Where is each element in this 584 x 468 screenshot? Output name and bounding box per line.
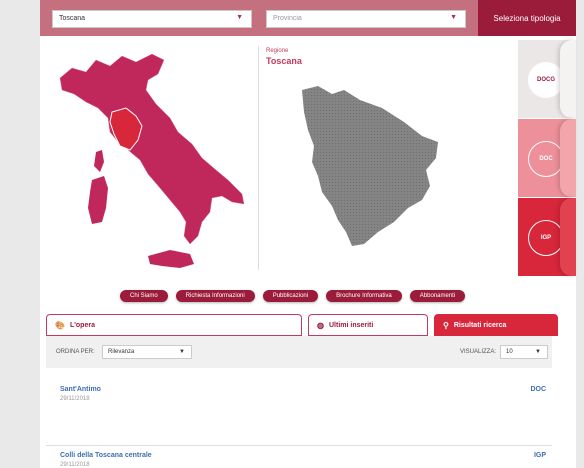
- sort-select[interactable]: Rilevanza ▼: [102, 345, 192, 359]
- palette-icon: 🎨: [55, 320, 65, 330]
- tab-ultimi-label: Ultimi inseriti: [328, 321, 374, 329]
- result-name[interactable]: Colli della Toscana centrale: [60, 452, 152, 459]
- region-select-value: Toscana: [59, 15, 86, 22]
- typology-panel: DOCG DOC IGP: [518, 40, 576, 278]
- result-date: 29/11/2018: [60, 396, 90, 402]
- chevron-down-icon: ▼: [179, 349, 185, 355]
- sicily[interactable]: [148, 250, 194, 268]
- display-value: 10: [506, 349, 513, 355]
- typology-doc[interactable]: DOC: [518, 119, 576, 197]
- province-select[interactable]: Provincia ▼: [266, 10, 466, 28]
- result-date: 29/11/2018: [60, 462, 90, 468]
- result-type: DOC: [530, 386, 546, 393]
- tuscany-map[interactable]: [298, 82, 448, 250]
- region-label: Regione: [266, 48, 289, 54]
- typology-igp-label: IGP: [528, 220, 564, 256]
- nav-abbonamenti[interactable]: Abbonamenti: [409, 290, 466, 302]
- fold-tab: [560, 198, 576, 276]
- tab-risultati-label: Risultati ricerca: [453, 321, 507, 329]
- nav-chi-siamo[interactable]: Chi Siamo: [120, 290, 168, 302]
- sardinia[interactable]: [88, 176, 108, 224]
- page: Toscana ▼ Provincia ▼ Seleziona tipologi…: [40, 0, 576, 468]
- region-select[interactable]: Toscana ▼: [52, 10, 252, 28]
- typology-igp[interactable]: IGP: [518, 198, 576, 276]
- globe-icon: ◍: [317, 320, 324, 330]
- fold-tab: [560, 40, 576, 118]
- sort-value: Rilevanza: [108, 349, 135, 355]
- display-count-select[interactable]: 10 ▼: [500, 345, 548, 359]
- sort-label: ORDINA PER:: [56, 349, 95, 355]
- result-type: IGP: [533, 452, 546, 459]
- tuscany-region-shape[interactable]: [302, 86, 438, 246]
- tab-opera[interactable]: 🎨 L'opera: [46, 314, 302, 336]
- nav-richiesta-informazioni[interactable]: Richiesta Informazioni: [175, 290, 255, 302]
- region-name: Toscana: [266, 56, 302, 66]
- chevron-down-icon: ▼: [450, 14, 457, 21]
- tab-ultimi-inseriti[interactable]: ◍ Ultimi inseriti: [308, 314, 428, 336]
- nav-bar: Chi Siamo Richiesta Informazioni Pubblic…: [120, 290, 466, 302]
- corsica[interactable]: [94, 150, 104, 172]
- italy-map[interactable]: [52, 46, 252, 276]
- typology-docg[interactable]: DOCG: [518, 40, 576, 118]
- map-divider: [258, 46, 259, 270]
- typology-doc-label: DOC: [528, 141, 564, 177]
- chevron-down-icon: ▼: [236, 14, 243, 21]
- typology-docg-label: DOCG: [528, 62, 564, 98]
- display-label: VISUALIZZA:: [460, 349, 497, 355]
- nav-brochure[interactable]: Brochure Informativa: [326, 290, 402, 302]
- tab-bar: 🎨 L'opera ◍ Ultimi inseriti ⚲ Risultati …: [46, 314, 558, 336]
- filter-bar: Toscana ▼ Provincia ▼ Seleziona tipologi…: [40, 0, 576, 36]
- tab-opera-label: L'opera: [69, 321, 95, 329]
- result-name[interactable]: Sant'Antimo: [60, 386, 101, 393]
- province-select-placeholder: Provincia: [273, 15, 302, 22]
- tipologia-button[interactable]: Seleziona tipologia: [478, 0, 576, 36]
- italy-mainland[interactable]: [59, 53, 245, 245]
- chevron-down-icon: ▼: [535, 349, 541, 355]
- results-filter-row: ORDINA PER: Rilevanza ▼ VISUALIZZA: 10 ▼: [46, 336, 552, 368]
- tab-risultati-ricerca[interactable]: ⚲ Risultati ricerca: [434, 314, 558, 336]
- search-icon: ⚲: [443, 320, 449, 330]
- fold-tab: [560, 119, 576, 197]
- result-divider: [46, 445, 552, 446]
- nav-pubblicazioni[interactable]: Pubblicazioni: [262, 290, 319, 302]
